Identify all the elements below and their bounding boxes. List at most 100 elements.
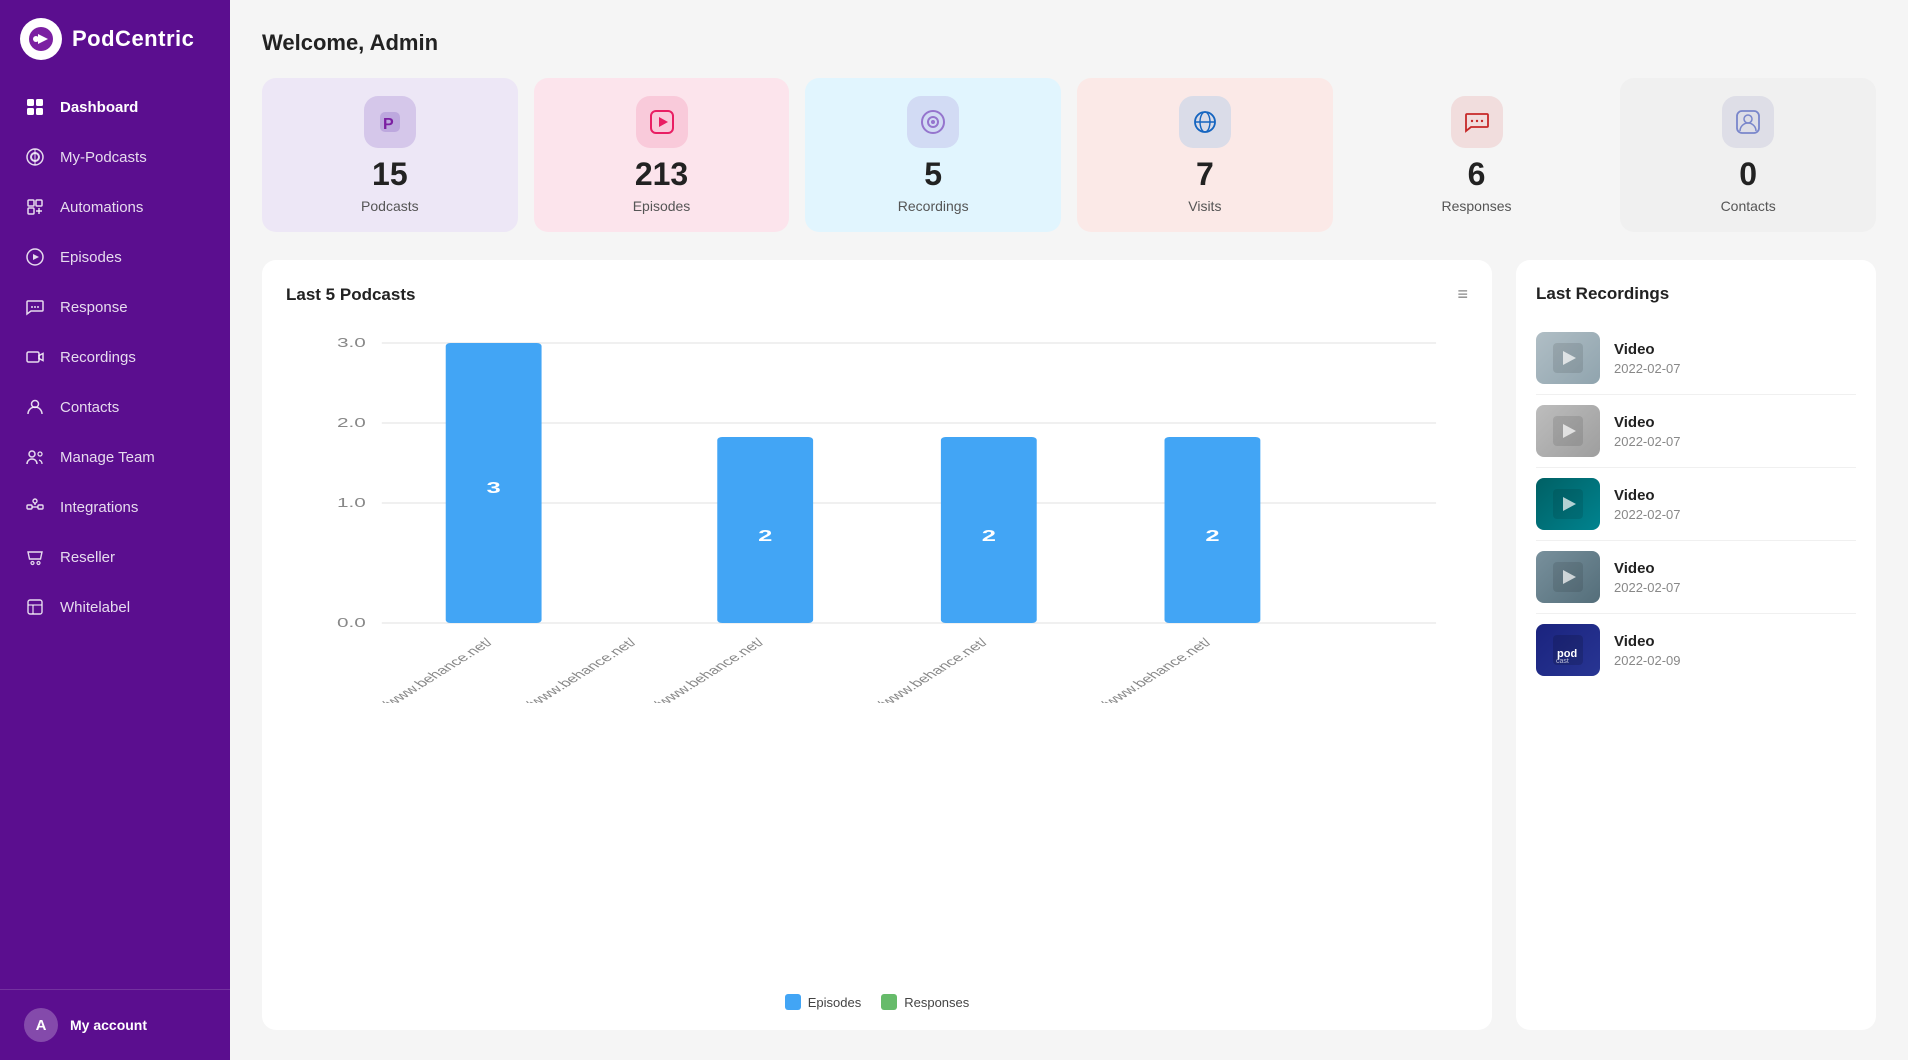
whitelabel-icon [24,596,46,618]
svg-text:3: 3 [487,479,501,497]
recording-thumb-2 [1536,405,1600,457]
recording-name-3: Video [1614,487,1681,504]
svg-text:https://www.behance.net/: https://www.behance.net/ [345,636,498,703]
visits-stat-number: 7 [1196,158,1214,190]
sidebar-item-reseller[interactable]: Reseller [0,532,230,582]
response-icon [24,296,46,318]
legend-responses-label: Responses [904,995,969,1010]
legend-episodes-dot [785,994,801,1010]
sidebar-item-whitelabel-label: Whitelabel [60,599,130,616]
visits-stat-label: Visits [1188,198,1221,214]
sidebar-item-episodes[interactable]: Episodes [0,232,230,282]
sidebar-item-recordings[interactable]: Recordings [0,332,230,382]
sidebar-item-automations[interactable]: Automations [0,182,230,232]
chart-area: 3.0 2.0 1.0 0.0 3 2 2 2 [286,323,1468,980]
recording-date-2: 2022-02-07 [1614,434,1681,449]
svg-text:P: P [383,116,394,133]
sidebar-item-dashboard[interactable]: Dashboard [0,82,230,132]
recordings-stat-label: Recordings [898,198,969,214]
sidebar-item-episodes-label: Episodes [60,249,122,266]
svg-text:2: 2 [982,527,996,545]
sidebar-item-contacts-label: Contacts [60,399,119,416]
logo-area: PodCentric [0,0,230,82]
list-item: Video 2022-02-07 [1536,322,1856,395]
podcasts-stat-number: 15 [372,158,408,190]
recordings-panel: Last Recordings Video 2022-02-07 Video 2… [1516,260,1876,1030]
legend-episodes: Episodes [785,994,861,1010]
sidebar-item-manage-team[interactable]: Manage Team [0,432,230,482]
sidebar-nav: Dashboard My-Podcasts Automations Episod… [0,82,230,989]
sidebar-item-integrations-label: Integrations [60,499,138,516]
recordings-icon [24,346,46,368]
stat-card-episodes: 213 Episodes [534,78,790,232]
chart-menu-icon[interactable]: ≡ [1457,284,1468,305]
contacts-stat-number: 0 [1739,158,1757,190]
sidebar-item-integrations[interactable]: Integrations [0,482,230,532]
chart-title: Last 5 Podcasts [286,285,415,305]
sidebar-item-reseller-label: Reseller [60,549,115,566]
sidebar-item-my-podcasts-label: My-Podcasts [60,149,147,166]
chart-legend: Episodes Responses [286,994,1468,1010]
recording-date-5: 2022-02-09 [1614,653,1681,668]
recording-thumb-1 [1536,332,1600,384]
stat-card-podcasts: P 15 Podcasts [262,78,518,232]
list-item: Video 2022-02-07 [1536,541,1856,614]
responses-stat-icon [1451,96,1503,148]
svg-text:https://www.behance.net/: https://www.behance.net/ [1064,636,1217,703]
sidebar-item-contacts[interactable]: Contacts [0,382,230,432]
stat-card-visits: 7 Visits [1077,78,1333,232]
dashboard-icon [24,96,46,118]
recording-thumb-4 [1536,551,1600,603]
svg-text:https://www.behance.net/: https://www.behance.net/ [616,636,769,703]
episodes-stat-icon [636,96,688,148]
bottom-row: Last 5 Podcasts ≡ 3.0 2.0 1.0 0.0 [262,260,1876,1030]
logo-icon [20,18,62,60]
legend-responses-dot [881,994,897,1010]
recording-info-1: Video 2022-02-07 [1614,341,1681,376]
svg-text:2: 2 [1205,527,1219,545]
recording-info-4: Video 2022-02-07 [1614,560,1681,595]
svg-text:0.0: 0.0 [337,615,366,630]
main-content: Welcome, Admin P 15 Podcasts 213 Epis [230,0,1908,1060]
list-item: Video 2022-02-07 [1536,395,1856,468]
sidebar-item-response[interactable]: Response [0,282,230,332]
manage-team-icon [24,446,46,468]
my-podcasts-icon [24,146,46,168]
recordings-panel-title: Last Recordings [1536,284,1856,304]
recording-thumb-5: pod cast [1536,624,1600,676]
episodes-stat-label: Episodes [633,198,691,214]
recordings-stat-icon [907,96,959,148]
account-label: My account [70,1017,147,1033]
svg-text:3.0: 3.0 [337,335,366,350]
stat-card-contacts: 0 Contacts [1620,78,1876,232]
welcome-title: Welcome, Admin [262,30,1876,56]
svg-text:2.0: 2.0 [337,415,366,430]
contacts-stat-label: Contacts [1721,198,1776,214]
legend-episodes-label: Episodes [808,995,861,1010]
chart-panel: Last 5 Podcasts ≡ 3.0 2.0 1.0 0.0 [262,260,1492,1030]
sidebar-item-manage-team-label: Manage Team [60,449,155,466]
logo-text: PodCentric [72,26,194,52]
stat-card-recordings: 5 Recordings [805,78,1061,232]
recording-name-2: Video [1614,414,1681,431]
sidebar-item-whitelabel[interactable]: Whitelabel [0,582,230,632]
svg-text:2: 2 [758,527,772,545]
responses-stat-number: 6 [1468,158,1486,190]
recording-name-1: Video [1614,341,1681,358]
account-area[interactable]: A My account [0,989,230,1060]
svg-text:https://www.behance.net/: https://www.behance.net/ [840,636,993,703]
episodes-stat-number: 213 [635,158,688,190]
chart-header: Last 5 Podcasts ≡ [286,284,1468,305]
recording-name-4: Video [1614,560,1681,577]
episodes-icon [24,246,46,268]
reseller-icon [24,546,46,568]
legend-responses: Responses [881,994,969,1010]
sidebar-item-my-podcasts[interactable]: My-Podcasts [0,132,230,182]
stat-card-responses: 6 Responses [1349,78,1605,232]
recording-info-2: Video 2022-02-07 [1614,414,1681,449]
chart-svg: 3.0 2.0 1.0 0.0 3 2 2 2 [286,323,1468,703]
automations-icon [24,196,46,218]
account-avatar: A [24,1008,58,1042]
svg-text:1.0: 1.0 [337,495,366,510]
recordings-stat-number: 5 [924,158,942,190]
